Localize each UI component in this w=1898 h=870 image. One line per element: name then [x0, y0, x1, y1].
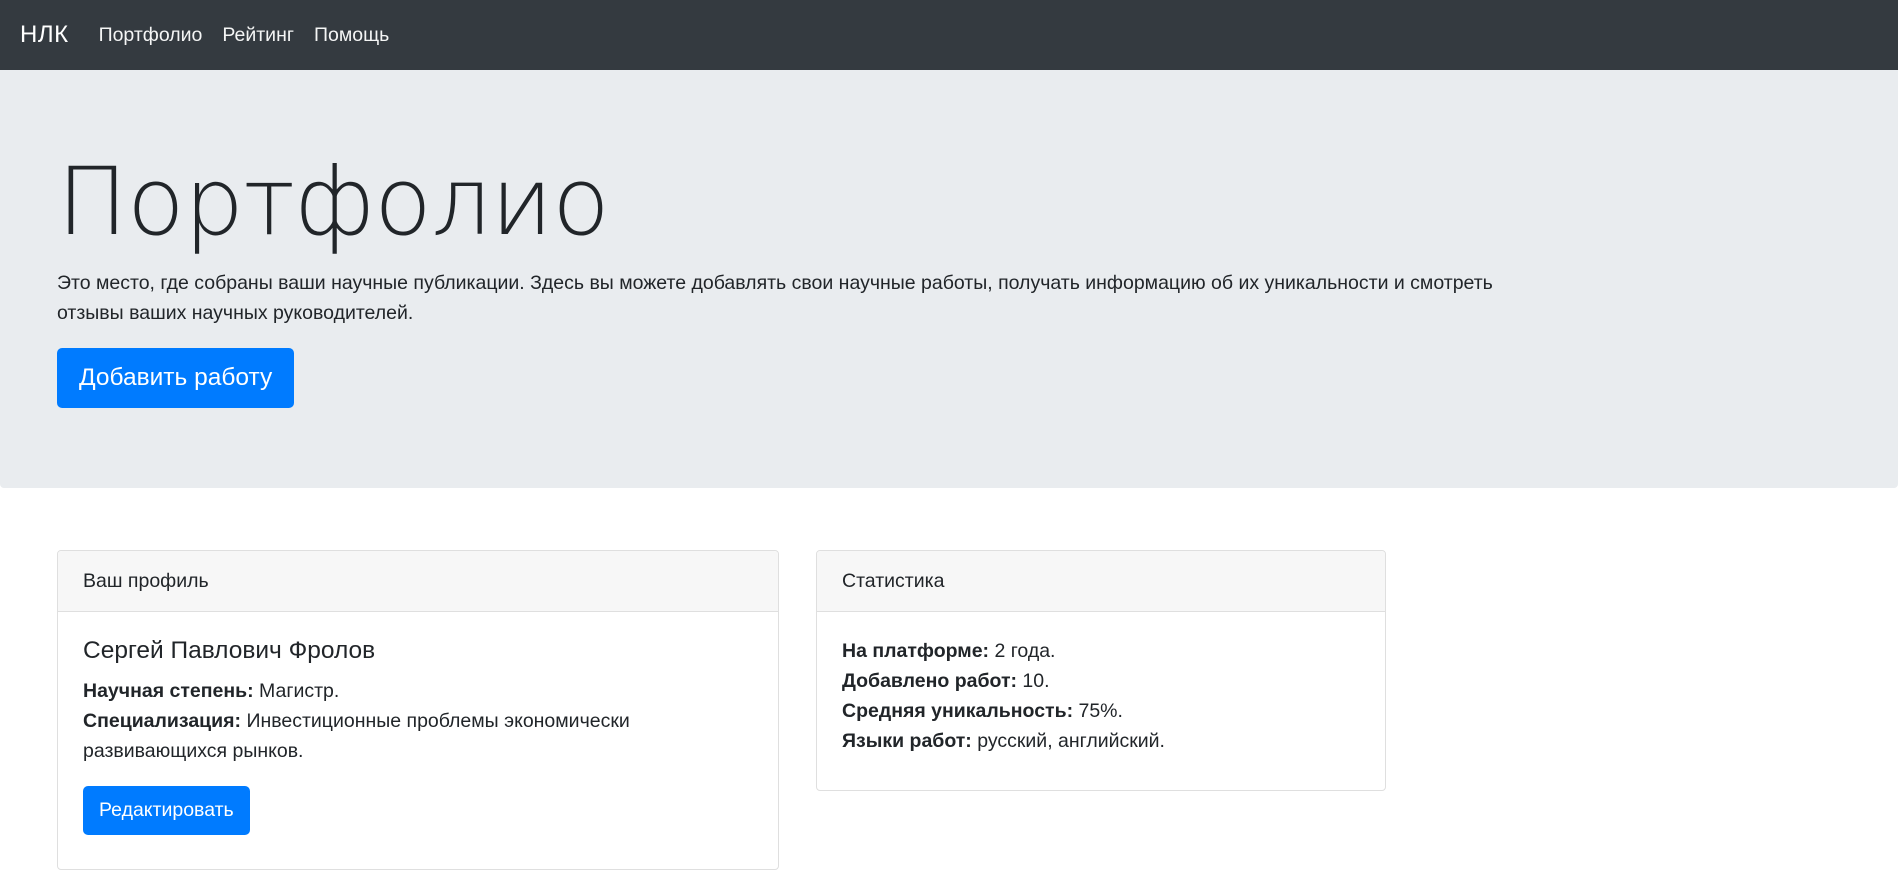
stat-uniqueness-value: 75%.: [1073, 700, 1123, 722]
add-work-button[interactable]: Добавить работу: [57, 347, 295, 408]
profile-degree: Научная степень: Магистр.: [83, 676, 753, 706]
profile-card-body: Сергей Павлович Фролов Научная степень: …: [58, 612, 778, 859]
degree-label: Научная степень:: [83, 680, 254, 702]
nav-link-portfolio[interactable]: Портфолио: [99, 24, 203, 47]
profile-card: Ваш профиль Сергей Павлович Фролов Научн…: [57, 550, 779, 870]
brand-link[interactable]: НЛК: [20, 21, 69, 49]
specialization-label: Специализация:: [83, 710, 242, 732]
stat-uniqueness: Средняя уникальность: 75%.: [842, 696, 1360, 726]
degree-value: Магистр.: [253, 680, 340, 702]
stat-languages-label: Языки работ:: [842, 730, 972, 752]
cards-row: Ваш профиль Сергей Павлович Фролов Научн…: [0, 488, 1898, 870]
stat-works-value: 10.: [1017, 670, 1050, 692]
stats-card: Статистика На платформе: 2 года. Добавле…: [816, 550, 1386, 791]
stat-languages: Языки работ: русский, английский.: [842, 726, 1360, 756]
page-title: Портфолио: [57, 148, 610, 257]
profile-card-header: Ваш профиль: [58, 551, 778, 612]
stat-works-label: Добавлено работ:: [842, 670, 1018, 692]
stats-card-header: Статистика: [817, 551, 1385, 612]
stat-uniqueness-label: Средняя уникальность:: [842, 700, 1074, 722]
stat-platform-value: 2 года.: [989, 640, 1056, 662]
jumbotron: Портфолио Это место, где собраны ваши на…: [0, 70, 1898, 488]
stat-platform: На платформе: 2 года.: [842, 636, 1360, 666]
stat-languages-value: русский, английский.: [971, 730, 1165, 752]
nav-link-help[interactable]: Помощь: [314, 24, 389, 47]
stat-platform-label: На платформе:: [842, 640, 990, 662]
nav-link-rating[interactable]: Рейтинг: [222, 24, 294, 47]
edit-profile-button[interactable]: Редактировать: [83, 786, 250, 835]
stat-works-added: Добавлено работ: 10.: [842, 666, 1360, 696]
lead-text: Это место, где собраны ваши научные публ…: [57, 271, 1493, 324]
navbar: НЛК Портфолио Рейтинг Помощь: [0, 0, 1898, 70]
profile-specialization: Специализация: Инвестиционные проблемы э…: [83, 706, 643, 766]
stats-card-body: На платформе: 2 года. Добавлено работ: 1…: [817, 612, 1385, 780]
profile-name: Сергей Павлович Фролов: [83, 637, 376, 664]
